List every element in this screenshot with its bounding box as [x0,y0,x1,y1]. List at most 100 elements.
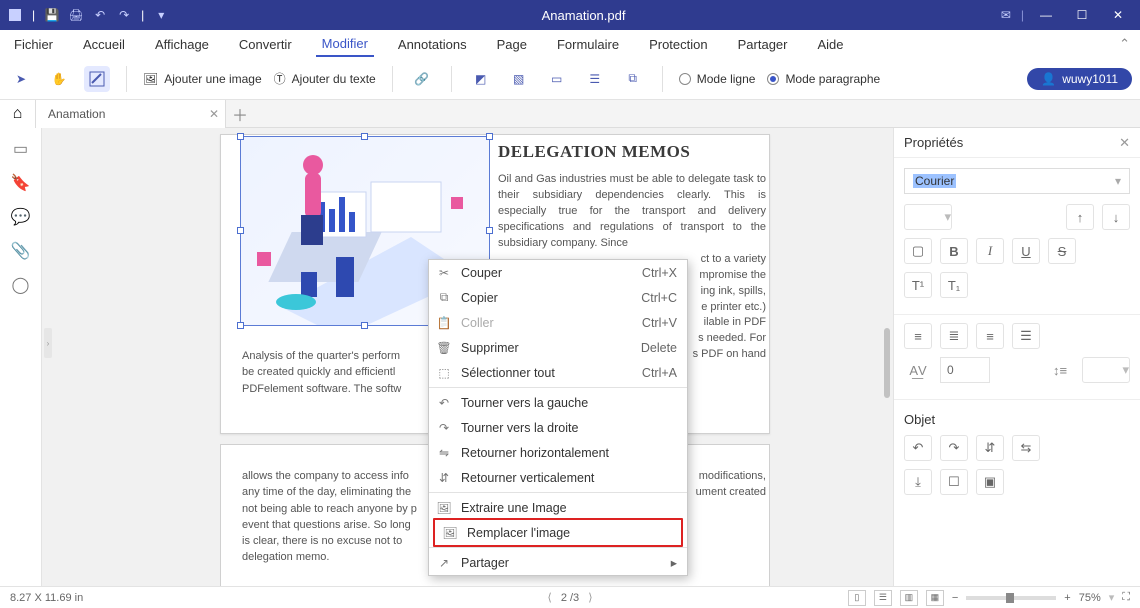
header-tool-icon[interactable]: ☰ [582,66,608,92]
fill-color-icon[interactable]: ▢ [904,238,932,264]
fit-width-icon[interactable]: ⛶ [1122,591,1130,604]
superscript-icon[interactable]: T¹ [904,272,932,298]
bold-icon[interactable]: B [940,238,968,264]
mail-icon[interactable]: ✉ [999,8,1013,22]
ctx-label: Sélectionner tout [461,366,555,380]
zoom-in-icon[interactable]: + [1064,592,1070,604]
panel-toggle-left[interactable]: › [44,328,52,358]
ctx-remplacer-l-image[interactable]: 🖼Remplacer l'image [435,520,681,545]
minimize-button[interactable]: — [1032,1,1060,29]
image-icon: 🖼 [143,72,158,86]
menu-annotations[interactable]: Annotations [392,33,473,56]
strike-icon[interactable]: S [1048,238,1076,264]
ctx-retourner-horizontalement[interactable]: ⇋Retourner horizontalement [429,440,687,465]
line-spacing-icon: ↕≡ [1046,357,1074,383]
font-size-select[interactable]: ▾ [904,204,952,230]
line-spacing-select[interactable]: ▾ [1082,357,1130,383]
crop-image-icon[interactable]: ▣ [976,469,1004,495]
home-icon: ⌂ [13,105,23,123]
thumbnails-icon[interactable]: ▭ [10,138,32,160]
ctx-retourner-verticalement[interactable]: ⇵Retourner verticalement [429,465,687,490]
menu-modifier[interactable]: Modifier [316,32,374,57]
mode-line-radio[interactable]: Mode ligne [679,72,756,86]
menu-fichier[interactable]: Fichier [8,33,59,56]
rotate-left-icon[interactable]: ↶ [904,435,932,461]
ctx-s-lectionner-tout[interactable]: ⬚Sélectionner toutCtrl+A [429,360,687,385]
menu-accueil[interactable]: Accueil [77,33,131,56]
align-justify-icon[interactable]: ☰ [1012,323,1040,349]
replace-image-icon[interactable]: ☐ [940,469,968,495]
scrollbar-thumb[interactable] [884,328,890,398]
italic-icon[interactable]: I [976,238,1004,264]
font-select[interactable]: Courier ▾ [904,168,1130,194]
ctx-tourner-vers-la-gauche[interactable]: ↶Tourner vers la gauche [429,390,687,415]
ctx-copier[interactable]: ⧉CopierCtrl+C [429,285,687,310]
decrease-font-icon[interactable]: ↓ [1102,204,1130,230]
edit-tool-icon[interactable] [84,66,110,92]
close-button[interactable]: ✕ [1104,1,1132,29]
document-tab[interactable]: Anamation ✕ [36,100,226,128]
menu-aide[interactable]: Aide [812,33,850,56]
document-viewport[interactable]: › [42,128,893,586]
align-center-icon[interactable]: ≣ [940,323,968,349]
menu-page[interactable]: Page [491,33,533,56]
view-double-continuous-icon[interactable]: ▦ [926,590,944,606]
zoom-out-icon[interactable]: − [952,592,958,604]
comments-icon[interactable]: 💬 [10,206,32,228]
increase-font-icon[interactable]: ↑ [1066,204,1094,230]
menu-partager[interactable]: Partager [732,33,794,56]
mode-paragraph-radio[interactable]: Mode paragraphe [767,72,880,86]
align-right-icon[interactable]: ≡ [976,323,1004,349]
collapse-ribbon-icon[interactable]: ⌃ [1119,36,1130,52]
align-left-icon[interactable]: ≡ [904,323,932,349]
subscript-icon[interactable]: T₁ [940,272,968,298]
menu-convertir[interactable]: Convertir [233,33,298,56]
ctx-tourner-vers-la-droite[interactable]: ↷Tourner vers la droite [429,415,687,440]
menu-protection[interactable]: Protection [643,33,714,56]
view-continuous-icon[interactable]: ☰ [874,590,892,606]
user-chip[interactable]: 👤 wuwy1011 [1027,68,1132,90]
char-spacing-input[interactable] [940,357,990,383]
save-icon[interactable]: 💾 [45,8,59,22]
link-tool-icon[interactable]: 🔗 [409,66,435,92]
dropdown-icon[interactable]: ▾ [154,8,168,22]
prev-page-icon[interactable]: ⟨ [547,592,551,604]
pointer-tool-icon[interactable]: ➤ [8,66,34,92]
zoom-slider[interactable] [966,596,1056,600]
hand-tool-icon[interactable]: ✋ [46,66,72,92]
menu-formulaire[interactable]: Formulaire [551,33,625,56]
next-page-icon[interactable]: ⟩ [588,592,592,604]
tab-close-icon[interactable]: ✕ [209,107,219,121]
add-text-button[interactable]: Ⓣ Ajouter du texte [274,70,376,87]
ctx-extraire-une-image[interactable]: 🖼Extraire une Image [429,495,687,520]
undo-icon[interactable]: ↶ [93,8,107,22]
ctx-partager[interactable]: ↗Partager▸ [429,550,687,575]
panel-close-icon[interactable]: ✕ [1119,135,1130,151]
menu-affichage[interactable]: Affichage [149,33,215,56]
print-icon[interactable]: 🖨 [69,8,83,22]
add-image-label: Ajouter une image [164,72,261,86]
view-single-icon[interactable]: ▯ [848,590,866,606]
home-tab-button[interactable]: ⌂ [0,100,36,128]
bookmarks-icon[interactable]: 🔖 [10,172,32,194]
watermark-tool-icon[interactable]: ▧ [506,66,532,92]
ctx-label: Tourner vers la gauche [461,396,588,410]
ctx-couper[interactable]: ✂CouperCtrl+X [429,260,687,285]
redo-icon[interactable]: ↷ [117,8,131,22]
add-tab-button[interactable]: ＋ [226,100,254,128]
extract-image-icon[interactable]: ⤓ [904,469,932,495]
search-sidebar-icon[interactable]: ◯ [10,274,32,296]
attachments-icon[interactable]: 📎 [10,240,32,262]
maximize-button[interactable]: ☐ [1068,1,1096,29]
rotate-right-icon[interactable]: ↷ [940,435,968,461]
crop-tool-icon[interactable]: ◩ [468,66,494,92]
ctx-supprimer[interactable]: 🗑SupprimerDelete [429,335,687,360]
bates-tool-icon[interactable]: ⧉ [620,66,646,92]
background-tool-icon[interactable]: ▭ [544,66,570,92]
add-image-button[interactable]: 🖼 Ajouter une image [143,72,262,86]
flip-vertical-icon[interactable]: ⇵ [976,435,1004,461]
rotr-icon: ↷ [436,420,452,436]
view-double-icon[interactable]: ▥ [900,590,918,606]
flip-horizontal-icon[interactable]: ⇆ [1012,435,1040,461]
underline-icon[interactable]: U [1012,238,1040,264]
